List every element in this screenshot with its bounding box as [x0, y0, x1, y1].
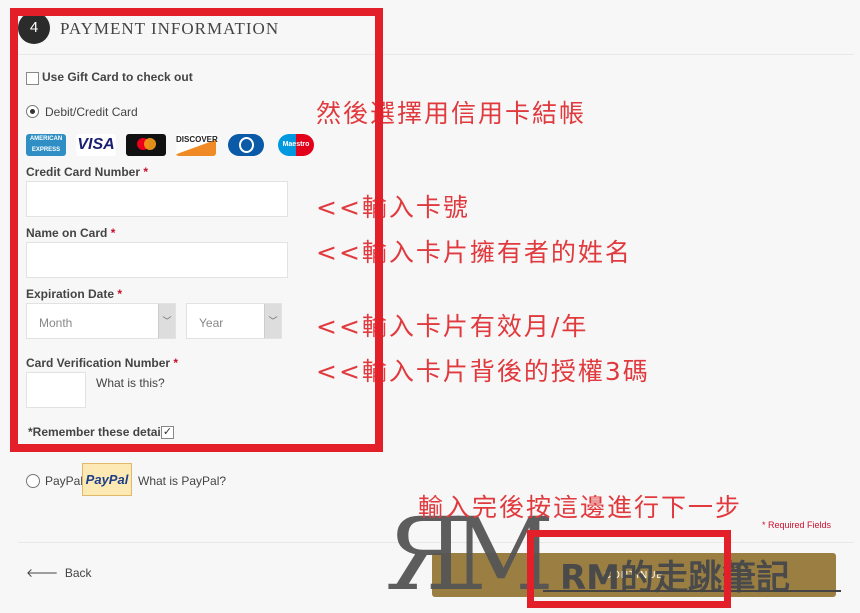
card-number-label: Credit Card Number *	[26, 165, 149, 179]
maestro-logo: Maestro	[278, 134, 314, 156]
visa-logo: VISA	[76, 134, 116, 156]
year-select[interactable]: Year ﹀	[186, 303, 282, 339]
cvv-input[interactable]	[26, 372, 86, 408]
remember-checkbox[interactable]: ✓	[161, 426, 174, 439]
gift-card-label: Use Gift Card to check out	[42, 70, 193, 84]
annotation-card-number: <<輸入卡號	[316, 193, 470, 222]
back-label: Back	[64, 566, 92, 580]
annotation-choose-card: 然後選擇用信用卡結帳	[316, 99, 587, 128]
annotation-cvv: <<輸入卡片背後的授權3碼	[316, 357, 650, 386]
month-select[interactable]: Month ﹀	[26, 303, 176, 339]
remember-label: *Remember these details	[28, 425, 171, 439]
paypal-help-link[interactable]: What is PayPal?	[138, 474, 226, 488]
annotation-name: <<輸入卡片擁有者的姓名	[316, 238, 632, 267]
paypal-radio[interactable]	[26, 474, 40, 488]
step-number: 4	[18, 12, 50, 44]
cvv-help-link[interactable]: What is this?	[96, 376, 165, 390]
divider	[18, 54, 854, 55]
diners-logo	[228, 134, 264, 156]
required-fields-note: * Required Fields	[762, 520, 832, 530]
name-on-card-input[interactable]	[26, 242, 288, 278]
back-button[interactable]: 🡐 Back	[26, 565, 92, 580]
chevron-down-icon: ﹀	[264, 304, 281, 338]
year-value: Year	[199, 316, 224, 330]
month-value: Month	[39, 316, 73, 330]
section-title: PAYMENT INFORMATION	[60, 19, 280, 38]
card-number-input[interactable]	[26, 181, 288, 217]
gift-card-checkbox[interactable]	[26, 72, 39, 85]
paypal-logo: PayPal	[82, 463, 132, 496]
mastercard-logo	[126, 134, 166, 156]
arrow-left-icon: 🡐	[26, 566, 59, 580]
name-on-card-label: Name on Card *	[26, 226, 116, 240]
paypal-label: PayPal	[45, 474, 84, 488]
amex-logo: AMERICAN EXPRESS	[26, 134, 66, 156]
debit-credit-label: Debit/Credit Card	[45, 105, 138, 119]
discover-logo: DISCOVER	[176, 134, 218, 156]
expiration-label: Expiration Date *	[26, 287, 123, 301]
chevron-down-icon: ﹀	[158, 304, 175, 338]
annotation-expiry: <<輸入卡片有效月/年	[316, 312, 589, 341]
cvv-label: Card Verification Number *	[26, 356, 179, 370]
annotation-next: 輸入完後按這邊進行下一步	[418, 493, 743, 522]
debit-credit-radio[interactable]	[26, 105, 39, 118]
highlight-box-continue	[527, 530, 731, 608]
